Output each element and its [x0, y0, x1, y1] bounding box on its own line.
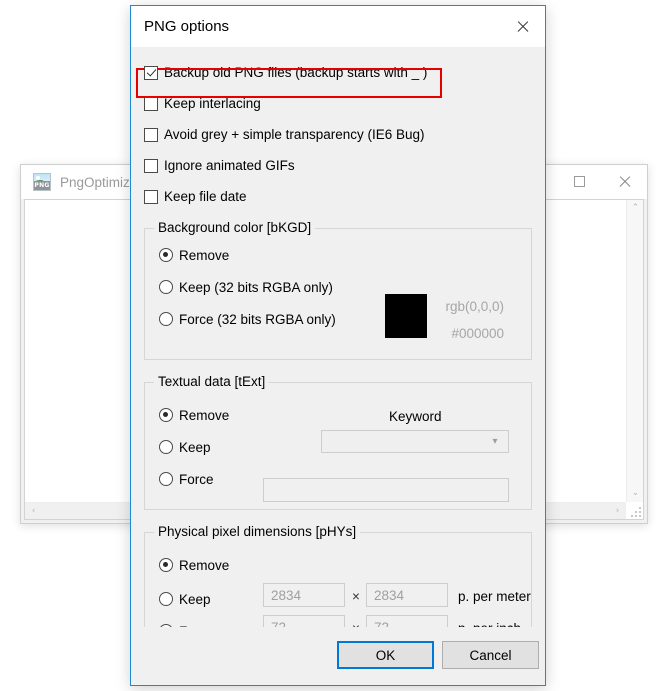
- radio-bkgd-remove[interactable]: [159, 248, 173, 262]
- screen-root: PNG PngOptimiz ⌃ ⌄ ‹ › PNG options Backu…: [0, 0, 666, 691]
- vertical-scrollbar[interactable]: ⌃ ⌄: [626, 200, 643, 502]
- png-image-icon: PNG: [33, 173, 51, 191]
- keyword-combobox[interactable]: ▾: [321, 430, 509, 453]
- checkbox-label: Backup old PNG files (backup starts with…: [164, 65, 428, 80]
- maximize-icon: [574, 176, 585, 187]
- chevron-down-icon[interactable]: ▾: [482, 436, 508, 447]
- radio-label: Force: [179, 471, 214, 487]
- checkbox-keep-interlacing[interactable]: [144, 96, 158, 111]
- radio-row-bkgd-keep[interactable]: Keep (32 bits RGBA only): [159, 275, 531, 299]
- dialog-close-button[interactable]: [499, 6, 545, 46]
- checkbox-label: Avoid grey + simple transparency (IE6 Bu…: [164, 127, 425, 142]
- scroll-down-icon[interactable]: ⌄: [627, 485, 644, 502]
- radio-text-remove[interactable]: [159, 408, 173, 422]
- radio-phys-keep[interactable]: [159, 592, 173, 606]
- scroll-right-icon[interactable]: ›: [609, 503, 626, 520]
- checkbox-label: Keep file date: [164, 189, 247, 204]
- png-options-dialog[interactable]: PNG options Backup old PNG files (backup…: [130, 5, 546, 686]
- checkbox-label: Keep interlacing: [164, 96, 261, 111]
- radio-label: Remove: [179, 247, 230, 263]
- radio-label: Force (32 bits RGBA only): [179, 311, 336, 327]
- resize-grip-icon[interactable]: [626, 502, 642, 518]
- checkbox-avoid-grey[interactable]: [144, 127, 158, 142]
- dialog-footer: OK Cancel: [131, 627, 545, 685]
- scroll-up-icon[interactable]: ⌃: [627, 200, 644, 217]
- radio-phys-remove[interactable]: [159, 558, 173, 572]
- close-icon: [618, 175, 631, 188]
- checkbox-row-ignore-animated-gifs[interactable]: Ignore animated GIFs: [144, 154, 545, 177]
- radio-label: Keep: [179, 439, 211, 455]
- background-window-controls: [557, 165, 647, 198]
- background-window-title: PngOptimiz: [60, 174, 130, 190]
- phys-keep-x-input[interactable]: 2834: [263, 583, 345, 607]
- dialog-title: PNG options: [144, 18, 230, 35]
- radio-label: Remove: [179, 557, 230, 573]
- maximize-button[interactable]: [557, 165, 602, 198]
- dialog-titlebar[interactable]: PNG options: [131, 6, 545, 47]
- checkbox-ignore-animated-gifs[interactable]: [144, 158, 158, 173]
- checkbox-row-keep-file-date[interactable]: Keep file date: [144, 185, 545, 208]
- group-title-physical-pixel: Physical pixel dimensions [pHYs]: [154, 524, 361, 539]
- radio-label: Keep: [179, 591, 211, 607]
- background-color-swatch[interactable]: [385, 294, 427, 338]
- cancel-button[interactable]: Cancel: [442, 641, 539, 669]
- checkbox-label: Ignore animated GIFs: [164, 158, 295, 173]
- checkbox-keep-file-date[interactable]: [144, 189, 158, 204]
- group-title-textual-data: Textual data [tExt]: [154, 374, 270, 389]
- dialog-body: Backup old PNG files (backup starts with…: [131, 47, 545, 685]
- textual-force-input[interactable]: [263, 478, 509, 502]
- scroll-left-icon[interactable]: ‹: [25, 503, 42, 520]
- checkbox-row-avoid-grey[interactable]: Avoid grey + simple transparency (IE6 Bu…: [144, 123, 545, 146]
- radio-bkgd-force[interactable]: [159, 312, 173, 326]
- radio-row-phys-remove[interactable]: Remove: [159, 553, 531, 577]
- radio-label: Keep (32 bits RGBA only): [179, 279, 333, 295]
- phys-keep-y-input[interactable]: 2834: [366, 583, 448, 607]
- phys-keep-times-symbol: ×: [352, 589, 360, 604]
- group-title-background-color: Background color [bKGD]: [154, 220, 316, 235]
- checkbox-backup-old-png[interactable]: [144, 65, 158, 80]
- ok-button[interactable]: OK: [337, 641, 434, 669]
- swatch-hex-text: #000000: [451, 326, 504, 341]
- swatch-rgb-text: rgb(0,0,0): [445, 299, 504, 314]
- radio-row-text-remove[interactable]: Remove: [159, 403, 531, 427]
- phys-keep-y-value: 2834: [374, 587, 405, 603]
- group-background-color: Background color [bKGD] Remove Keep (32 …: [144, 220, 532, 360]
- radio-row-bkgd-remove[interactable]: Remove: [159, 243, 531, 267]
- radio-text-force[interactable]: [159, 472, 173, 486]
- radio-text-keep[interactable]: [159, 440, 173, 454]
- checkbox-row-keep-interlacing[interactable]: Keep interlacing: [144, 92, 545, 115]
- radio-label: Remove: [179, 407, 230, 423]
- phys-keep-x-value: 2834: [271, 587, 302, 603]
- keyword-label: Keyword: [389, 409, 442, 424]
- phys-keep-unit-label: p. per meter: [458, 589, 531, 604]
- radio-bkgd-keep[interactable]: [159, 280, 173, 294]
- close-icon: [516, 20, 529, 33]
- group-textual-data: Textual data [tExt] Remove Keep Force Ke…: [144, 374, 532, 510]
- checkbox-row-backup-old-png[interactable]: Backup old PNG files (backup starts with…: [144, 61, 545, 84]
- close-button[interactable]: [602, 165, 647, 198]
